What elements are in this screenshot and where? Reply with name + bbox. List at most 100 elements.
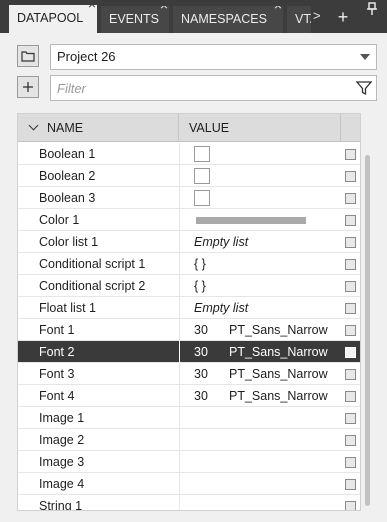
tab-label: VTA xyxy=(295,12,311,26)
open-folder-button[interactable] xyxy=(17,45,39,67)
table-row[interactable]: Float list 1 Empty list xyxy=(18,297,360,319)
table-row[interactable]: Font 1 30 PT_Sans_Narrow xyxy=(18,319,360,341)
add-tab-button[interactable]: + xyxy=(334,8,352,28)
table-row[interactable]: Font 4 30 PT_Sans_Narrow xyxy=(18,385,360,407)
row-name: Image 2 xyxy=(39,433,85,447)
tab-events[interactable]: EVENTS × xyxy=(101,6,169,33)
row-value-cell[interactable] xyxy=(179,451,341,473)
row-value-cell[interactable] xyxy=(179,209,341,231)
row-toggle-box[interactable] xyxy=(345,171,356,182)
row-toggle-box[interactable] xyxy=(345,215,356,226)
column-header-name[interactable]: NAME xyxy=(18,114,179,142)
row-value-cell[interactable]: Empty list xyxy=(179,297,341,319)
row-name: Color 1 xyxy=(39,213,80,227)
row-toggle-box[interactable] xyxy=(345,391,356,402)
table-row[interactable]: Font 3 30 PT_Sans_Narrow xyxy=(18,363,360,385)
table-row[interactable]: Boolean 3 xyxy=(18,187,360,209)
table-row[interactable]: Color list 1 Empty list xyxy=(18,231,360,253)
table-row[interactable]: Color 1 xyxy=(18,209,360,231)
font-size-value: 30 xyxy=(194,389,208,403)
pin-icon[interactable] xyxy=(366,2,380,16)
row-value-cell[interactable] xyxy=(179,407,341,429)
tab-namespaces[interactable]: NAMESPACES × xyxy=(173,6,283,33)
close-icon[interactable]: × xyxy=(88,5,96,11)
font-name-value: PT_Sans_Narrow xyxy=(229,345,328,359)
table-row[interactable]: Image 4 xyxy=(18,473,360,495)
row-toggle-box[interactable] xyxy=(345,501,356,510)
table-row[interactable]: Image 1 xyxy=(18,407,360,429)
row-value: { } xyxy=(194,279,206,293)
table-row[interactable]: Boolean 1 xyxy=(18,143,360,165)
row-value-cell[interactable]: { } xyxy=(179,275,341,297)
close-icon[interactable]: × xyxy=(274,6,282,12)
boolean-checkbox[interactable] xyxy=(194,146,210,162)
filter-field xyxy=(50,75,377,101)
row-toggle-box[interactable] xyxy=(345,193,356,204)
vertical-scrollbar[interactable] xyxy=(365,155,370,506)
row-value-cell[interactable]: Empty list xyxy=(179,231,341,253)
row-value-cell[interactable] xyxy=(179,187,341,209)
row-value-cell[interactable]: { } xyxy=(179,253,341,275)
row-toggle-box[interactable] xyxy=(345,435,356,446)
folder-icon xyxy=(21,50,35,62)
row-value-cell[interactable] xyxy=(179,429,341,451)
row-value-cell[interactable]: 30 PT_Sans_Narrow xyxy=(179,385,341,407)
table-row[interactable]: Boolean 2 xyxy=(18,165,360,187)
row-toggle-box[interactable] xyxy=(345,259,356,270)
chevron-down-icon xyxy=(360,54,370,60)
row-name: Image 1 xyxy=(39,411,85,425)
row-toggle-box[interactable] xyxy=(345,347,356,358)
row-value-cell[interactable] xyxy=(179,165,341,187)
tab-datapool[interactable]: DATAPOOL × xyxy=(9,5,97,33)
row-value-cell[interactable] xyxy=(179,473,341,495)
row-value-cell[interactable]: 30 PT_Sans_Narrow xyxy=(179,363,341,385)
table-row[interactable]: String 1 xyxy=(18,495,360,511)
row-toggle-box[interactable] xyxy=(345,325,356,336)
datapool-table: NAME VALUE Boolean 1 Boolean 2 Boolean 3 Co… xyxy=(17,113,361,511)
filter-input[interactable] xyxy=(57,76,327,100)
datapool-panel: Project 26 NAME VALUE Boolean 1 Boolean 2… xyxy=(0,33,387,522)
row-toggle-box[interactable] xyxy=(345,457,356,468)
table-row[interactable]: Font 2 30 PT_Sans_Narrow xyxy=(18,341,360,363)
boolean-checkbox[interactable] xyxy=(194,168,210,184)
color-swatch[interactable] xyxy=(196,217,306,224)
font-name-value: PT_Sans_Narrow xyxy=(229,323,328,337)
column-header-label: VALUE xyxy=(189,121,230,135)
tab-vta[interactable]: VTA xyxy=(287,6,311,33)
row-name: Conditional script 2 xyxy=(39,279,146,293)
row-toggle-box[interactable] xyxy=(345,281,356,292)
row-toggle-box[interactable] xyxy=(345,369,356,380)
row-name: Image 4 xyxy=(39,477,85,491)
close-icon[interactable]: × xyxy=(160,6,168,12)
table-row[interactable]: Image 2 xyxy=(18,429,360,451)
project-select[interactable]: Project 26 xyxy=(50,44,377,70)
row-toggle-box[interactable] xyxy=(345,237,356,248)
add-item-button[interactable] xyxy=(17,76,39,98)
chevron-right-icon[interactable]: > xyxy=(313,8,321,23)
boolean-checkbox[interactable] xyxy=(194,190,210,206)
font-name-value: PT_Sans_Narrow xyxy=(229,389,328,403)
table-row[interactable]: Conditional script 2 { } xyxy=(18,275,360,297)
row-value-cell[interactable]: 30 PT_Sans_Narrow xyxy=(179,319,341,341)
row-name: Font 4 xyxy=(39,389,75,403)
row-name: Float list 1 xyxy=(39,301,96,315)
row-name: Boolean 3 xyxy=(39,191,96,205)
row-toggle-box[interactable] xyxy=(345,479,356,490)
table-row[interactable]: Conditional script 1 { } xyxy=(18,253,360,275)
row-value-cell[interactable]: 30 PT_Sans_Narrow xyxy=(179,341,341,363)
column-header-value[interactable]: VALUE xyxy=(179,114,341,142)
filter-icon[interactable] xyxy=(355,80,373,104)
row-name: Font 3 xyxy=(39,367,75,381)
tab-bar: DATAPOOL × EVENTS × NAMESPACES × VTA > + xyxy=(0,0,387,33)
row-toggle-box[interactable] xyxy=(345,149,356,160)
table-row[interactable]: Image 3 xyxy=(18,451,360,473)
table-body: Boolean 1 Boolean 2 Boolean 3 Color 1 Color … xyxy=(18,143,360,511)
font-name-value: PT_Sans_Narrow xyxy=(229,367,328,381)
row-toggle-box[interactable] xyxy=(345,413,356,424)
row-value-cell[interactable] xyxy=(179,143,341,165)
row-name: Font 1 xyxy=(39,323,75,337)
row-value-cell[interactable] xyxy=(179,495,341,510)
plus-icon xyxy=(23,82,33,92)
row-toggle-box[interactable] xyxy=(345,303,356,314)
row-name: String 1 xyxy=(39,499,83,511)
